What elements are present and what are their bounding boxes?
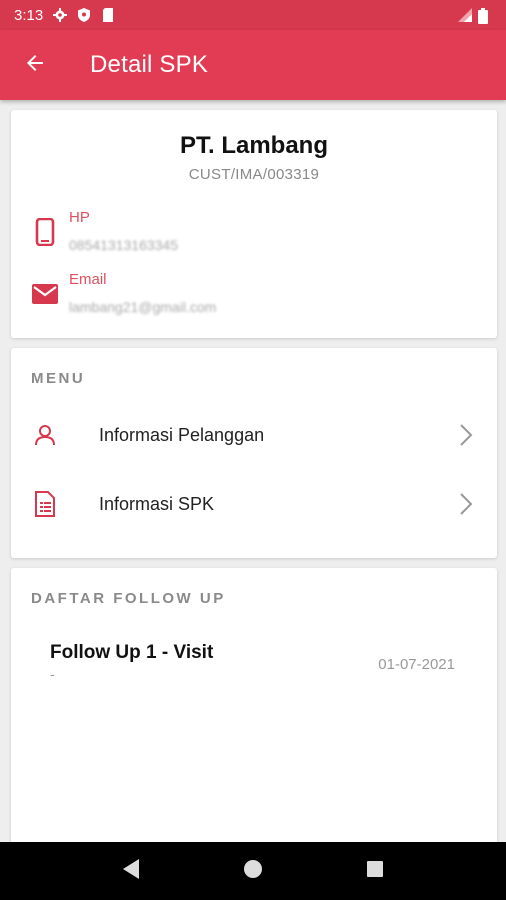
nav-recents-button[interactable] (355, 851, 395, 891)
phone-icon (31, 218, 59, 246)
document-icon (30, 489, 60, 519)
status-time: 3:13 (14, 6, 44, 24)
email-label: Email (69, 271, 107, 288)
follow-up-card: DAFTAR FOLLOW UP Follow Up 1 - Visit - 0… (11, 568, 497, 858)
chevron-right-icon (457, 423, 475, 447)
nav-back-button[interactable] (111, 851, 151, 891)
email-value: lambang21@gmail.com (69, 299, 217, 315)
home-circle-icon (243, 859, 263, 884)
follow-up-section-title: DAFTAR FOLLOW UP (31, 590, 226, 607)
back-button[interactable] (0, 30, 70, 100)
follow-up-date: 01-07-2021 (378, 656, 455, 673)
system-nav-bar (0, 842, 506, 900)
menu-card: MENU Informasi Pelanggan Informasi SPK (11, 348, 497, 558)
mail-icon (31, 280, 59, 308)
chevron-right-icon (457, 492, 475, 516)
follow-up-subtitle: - (50, 666, 55, 682)
back-triangle-icon (121, 858, 141, 885)
customer-code: CUST/IMA/003319 (188, 166, 320, 183)
status-bar-right (458, 8, 492, 24)
shield-icon (77, 8, 91, 22)
menu-item-label: Informasi SPK (99, 493, 215, 514)
nav-home-button[interactable] (233, 851, 273, 891)
hp-label: HP (69, 209, 90, 226)
hp-value: 08541313163345 (69, 237, 179, 253)
user-icon (30, 420, 60, 450)
contact-email: Email lambang21@gmail.com (31, 270, 216, 318)
recents-square-icon (366, 860, 384, 883)
menu-item-informasi-pelanggan[interactable]: Informasi Pelanggan (11, 405, 497, 465)
battery-icon (478, 8, 492, 24)
company-name: PT. Lambang (179, 132, 329, 159)
follow-up-title: Follow Up 1 - Visit (50, 642, 214, 663)
menu-item-label: Informasi Pelanggan (99, 424, 265, 445)
arrow-left-icon (23, 51, 47, 80)
signal-icon (458, 8, 472, 22)
status-bar-left: 3:13 (14, 7, 115, 24)
follow-up-item[interactable]: Follow Up 1 - Visit - 01-07-2021 (11, 636, 497, 696)
menu-item-informasi-spk[interactable]: Informasi SPK (11, 474, 497, 534)
app-bar: Detail SPK (0, 30, 506, 100)
profile-card: PT. Lambang CUST/IMA/003319 HP 085413131… (11, 110, 497, 338)
page-title: Detail SPK (90, 51, 209, 78)
contact-hp: HP 08541313163345 (31, 208, 178, 256)
gear-icon (53, 8, 68, 22)
sd-card-icon (101, 8, 115, 22)
status-bar: 3:13 (0, 0, 506, 30)
menu-section-title: MENU (31, 370, 86, 387)
